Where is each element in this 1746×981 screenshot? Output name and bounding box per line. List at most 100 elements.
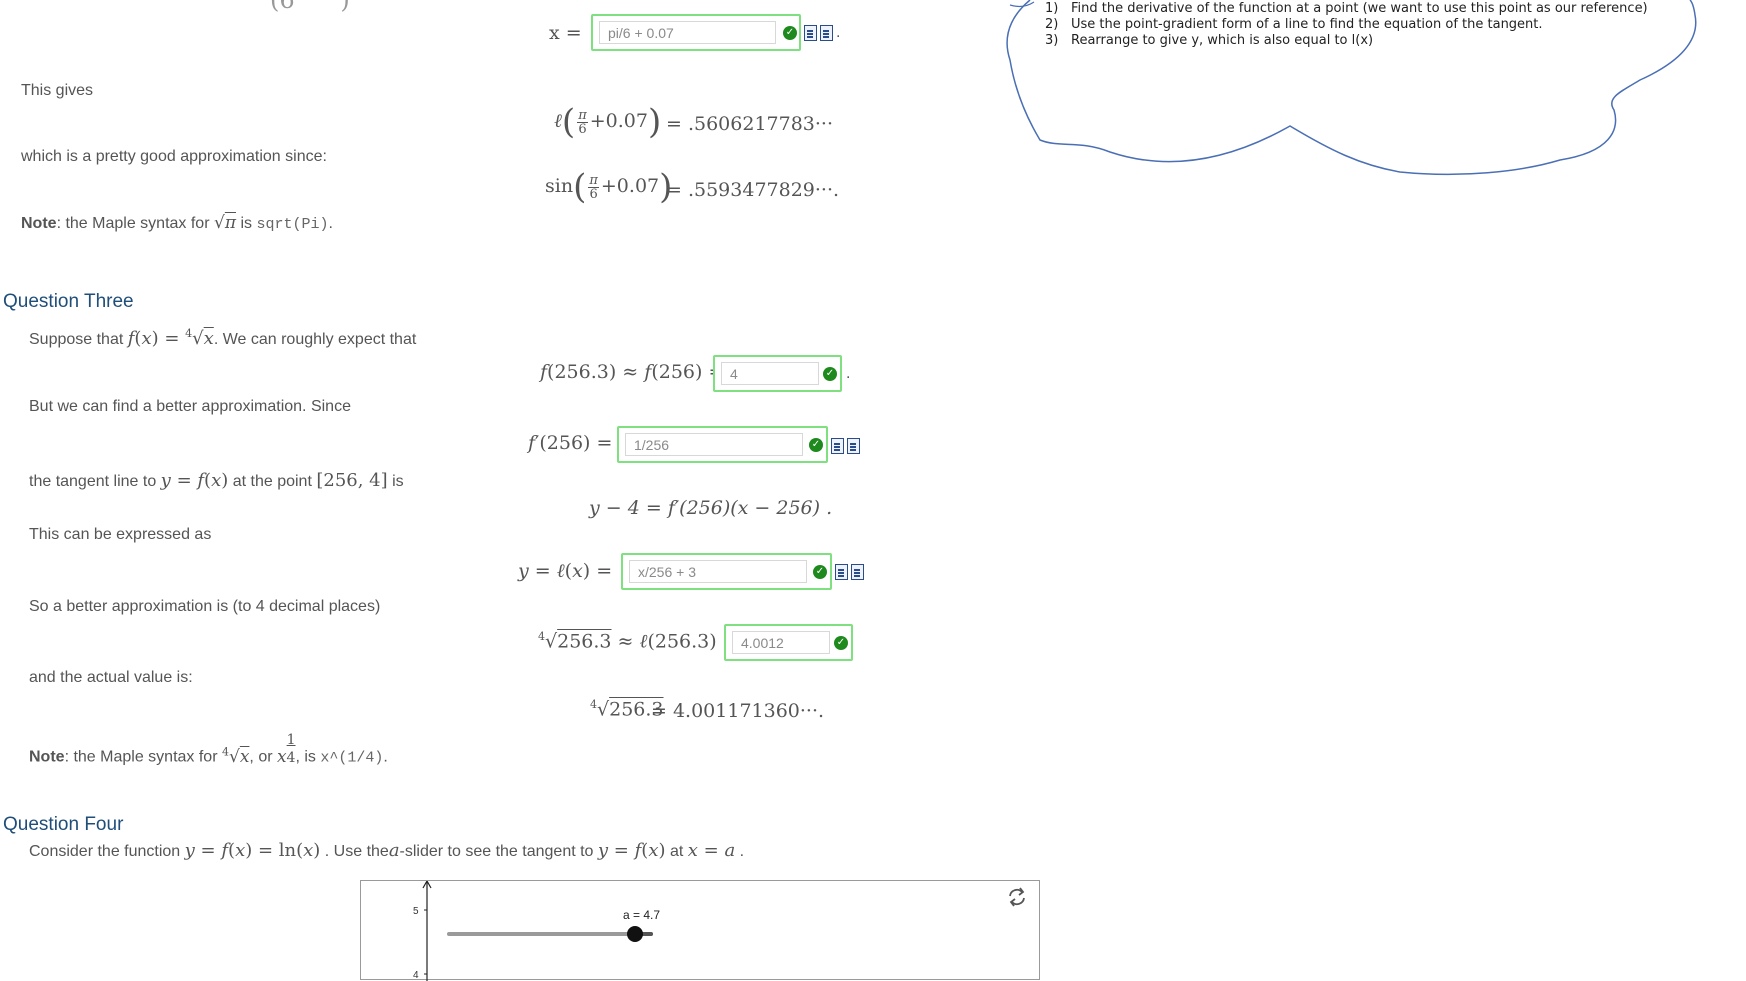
tangent-graph[interactable]: 5 4 a = 4.7 — [360, 880, 1041, 981]
step-text: Rearrange to give y, which is also equal… — [1071, 33, 1374, 48]
actual-value: = 4.001171360···. — [651, 700, 825, 722]
check-circle-icon: ✓ — [809, 438, 823, 452]
root-answer-field[interactable]: 4.0012 — [732, 631, 830, 654]
root-answer-value: 4.0012 — [741, 634, 784, 651]
use-text: . Use the — [324, 843, 389, 860]
x-label: x = — [549, 22, 582, 44]
note-is: , is — [295, 748, 316, 766]
f-approx-answer-field[interactable]: 4 — [721, 362, 819, 385]
root-answer-box[interactable]: 4.0012 ✓ — [724, 624, 853, 661]
ln-function: y = f(x) = ln(x) — [184, 840, 321, 861]
note-or: , or — [249, 748, 273, 766]
ell-answer-box[interactable]: x/256 + 3 ✓ — [621, 553, 832, 590]
step-text: Find the derivative of the function at a… — [1071, 1, 1648, 16]
ell-answer-field[interactable]: x/256 + 3 — [629, 560, 807, 583]
suppose-after: . We can roughly expect that — [213, 331, 417, 348]
question-three-heading: Question Three — [3, 291, 134, 312]
note-text: : the Maple syntax for — [64, 748, 218, 766]
y-tick-label: 5 — [413, 906, 419, 917]
x-answer-value: pi/6 + 0.07 — [608, 24, 674, 41]
tangent-line: the tangent line to y = f(x) at the poin… — [29, 470, 404, 491]
question-four-heading: Question Four — [3, 814, 124, 835]
approx-text: which is a pretty good approximation sin… — [21, 148, 327, 165]
cloud-step: 2) Use the point-gradient form of a line … — [1045, 17, 1648, 33]
step-text: Use the point-gradient form of a line to… — [1071, 17, 1543, 32]
document-icon[interactable] — [847, 438, 860, 454]
note-top: Note: the Maple syntax for √π is sqrt(Pi… — [21, 213, 333, 233]
slider-handle[interactable] — [627, 926, 643, 942]
note-code: x^(1/4) — [320, 749, 384, 767]
document-icon[interactable] — [831, 438, 844, 454]
ell-answer-value: x/256 + 3 — [638, 563, 696, 580]
note-code: sqrt(Pi) — [256, 216, 329, 233]
f-approx-answer-box[interactable]: 4 ✓ — [713, 355, 842, 392]
slider-text: -slider to see the tangent to — [399, 843, 594, 860]
better-approx-text: So a better approximation is (to 4 decim… — [29, 598, 381, 615]
tangent-is: is — [392, 473, 404, 490]
document-icon[interactable] — [820, 25, 833, 41]
better-text: But we can find a better approximation. … — [29, 398, 351, 415]
y-tick-label: 4 — [413, 970, 419, 981]
tangent-equation: y − 4 = f′(256)(x − 256) . — [589, 497, 833, 519]
f-definition: f(x) = 4√x — [127, 327, 214, 349]
ell-expression: ℓ(π 6 +0.07) — [554, 102, 662, 142]
ell-definition: y = ℓ(x) = — [518, 560, 613, 582]
consider-line: Consider the function y = f(x) = ln(x) .… — [29, 840, 745, 861]
note-end: . — [383, 748, 388, 766]
note-text: : the Maple syntax for — [56, 215, 210, 232]
note-q3: Note: the Maple syntax for 4√x, or x14, … — [29, 731, 388, 767]
period: . — [846, 365, 851, 382]
tangent-curve-q4: y = f(x) — [597, 840, 666, 861]
graph-canvas[interactable]: 5 4 a = 4.7 — [361, 881, 1041, 981]
cloud-curl — [1009, 1, 1035, 8]
x-answer-field[interactable]: pi/6 + 0.07 — [599, 21, 776, 44]
tangent-curve: y = f(x) — [160, 470, 229, 491]
expressed-text: This can be expressed as — [29, 526, 212, 543]
tangent-text: the tangent line to — [29, 473, 157, 490]
x-answer-box[interactable]: pi/6 + 0.07 ✓ — [591, 14, 801, 51]
slider-label: a = 4.7 — [623, 908, 660, 922]
cloud-step: 3) Rearrange to give y, which is also equ… — [1045, 33, 1648, 49]
tangent-point: [256, 4] — [316, 470, 388, 491]
note-is: is — [240, 215, 253, 232]
gives-text: This gives — [21, 82, 94, 99]
sqrt-pi: √π — [213, 213, 237, 233]
fprime-answer-value: 1/256 — [634, 436, 670, 453]
check-circle-icon: ✓ — [783, 26, 797, 40]
period: . — [836, 24, 841, 41]
note-end: . — [328, 215, 333, 232]
note-label: Note — [21, 215, 57, 232]
sin-value: = .5593477829···. — [666, 179, 840, 201]
step-number: 1) — [1045, 1, 1059, 16]
cloud-steps: 1) Find the derivative of the function at… — [1045, 1, 1648, 49]
tangent-mid: at the point — [232, 473, 312, 490]
fprime-answer-box[interactable]: 1/256 ✓ — [617, 426, 828, 463]
note-label: Note — [29, 748, 65, 766]
sin-expression: sin(π 6 +0.07) — [545, 167, 673, 207]
x-power: x14 — [277, 731, 296, 767]
document-icon[interactable] — [851, 564, 864, 580]
consider-text: Consider the function — [29, 843, 181, 860]
step-number: 3) — [1045, 33, 1059, 48]
x-equals-a: x = a — [687, 840, 736, 861]
actual-text: and the actual value is: — [29, 669, 193, 686]
document-icon[interactable] — [835, 564, 848, 580]
document-icon[interactable] — [804, 25, 817, 41]
at-text: at — [669, 843, 684, 860]
check-circle-icon: ✓ — [813, 565, 827, 579]
root-approx-expression: 4√256.3 ≈ ℓ(256.3) = — [538, 630, 739, 653]
step-number: 2) — [1045, 17, 1059, 32]
fprime-expression: f′(256) = — [528, 432, 613, 454]
fprime-answer-field[interactable]: 1/256 — [625, 433, 803, 456]
ell-value: = .5606217783··· — [666, 113, 834, 135]
f-approx-answer-value: 4 — [730, 365, 738, 382]
suppose-text: Suppose that — [29, 331, 124, 348]
clipped-expression: (6 ) — [270, 0, 350, 14]
check-circle-icon: ✓ — [834, 636, 848, 650]
f-approx-expression: f(256.3) ≈ f(256) = — [540, 361, 725, 383]
suppose-line: Suppose that f(x) = 4√x. We can roughly … — [29, 327, 416, 349]
cloud-step: 1) Find the derivative of the function at… — [1045, 1, 1648, 17]
line-end: . — [739, 843, 745, 860]
check-circle-icon: ✓ — [823, 367, 837, 381]
refresh-icon[interactable] — [1009, 887, 1025, 907]
